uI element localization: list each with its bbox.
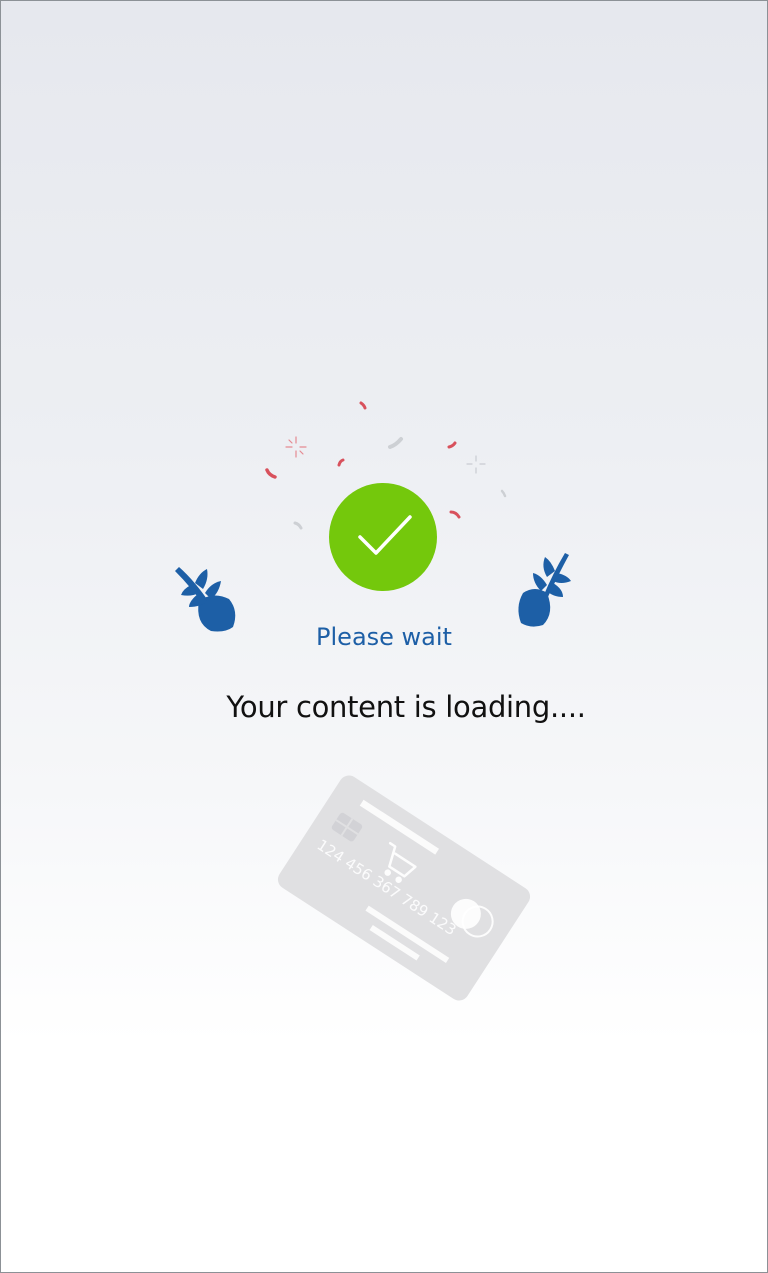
status-title: Please wait: [316, 623, 452, 651]
checkmark-icon: [358, 515, 412, 555]
credit-card-icon: 124 456 367 789 123: [277, 775, 531, 1001]
loading-message: Your content is loading....: [226, 690, 586, 724]
loading-screen: Please wait Your content is loading.... …: [0, 0, 768, 1273]
leaf-icon: [518, 553, 571, 627]
success-checkmark: [329, 483, 437, 591]
